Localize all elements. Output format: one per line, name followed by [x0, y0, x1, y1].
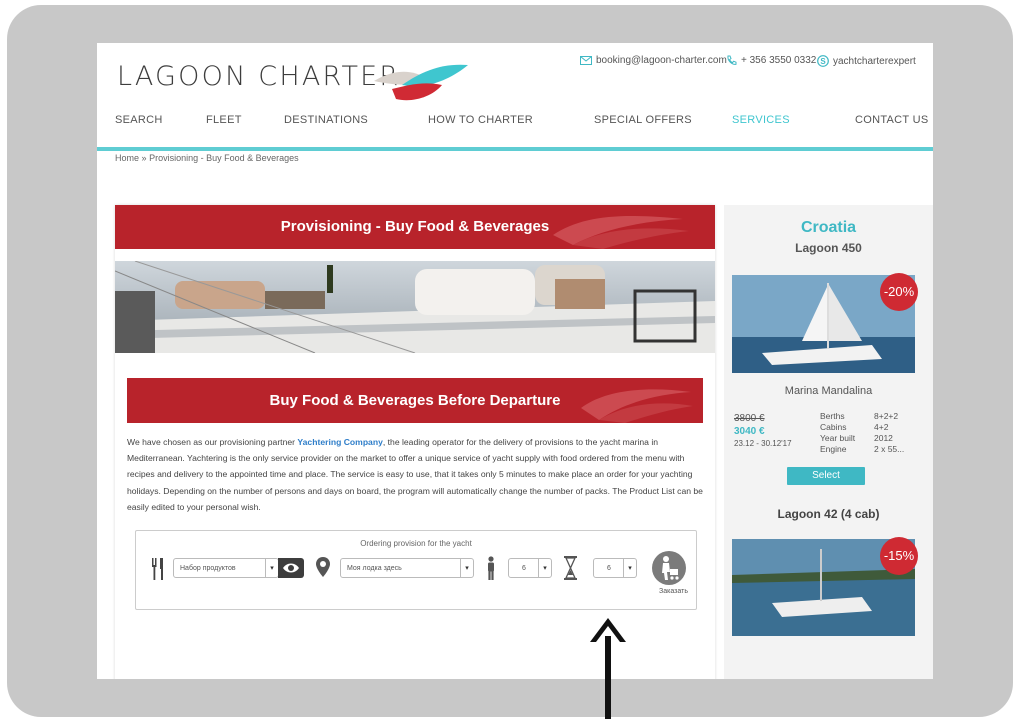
section-title: Buy Food & Beverages Before Departure: [269, 392, 561, 409]
discount-badge-1: -20%: [880, 273, 918, 311]
arrow-up-icon: [590, 618, 626, 719]
nav-fleet[interactable]: FLEET: [206, 114, 242, 126]
order-widget: Ordering provision for the yacht Набор п…: [135, 530, 697, 610]
nav-search[interactable]: SEARCH: [115, 114, 163, 126]
skype-text: yachtcharterexpert: [833, 55, 916, 67]
spec-label-cabins: Cabins: [820, 422, 847, 432]
wave-decoration-icon: [581, 389, 693, 423]
location-pin-icon: [316, 557, 330, 577]
days-value: 6: [607, 565, 611, 572]
breadcrumb-separator: »: [141, 153, 147, 163]
view-products-button[interactable]: [278, 558, 304, 578]
logo-wave-icon: [374, 64, 468, 101]
order-label[interactable]: Заказать: [659, 588, 688, 595]
page-title-banner: Provisioning - Buy Food & Beverages: [115, 205, 715, 249]
svg-text:S: S: [820, 57, 826, 66]
site-logo-text[interactable]: LAGOON CHARTER: [117, 61, 400, 92]
persons-value: 6: [522, 565, 526, 572]
nav-services[interactable]: SERVICES: [732, 114, 790, 126]
spec-values: 8+2+2 4+2 2012 2 x 55...: [874, 411, 904, 455]
breadcrumb: Home » Provisioning - Buy Food & Beverag…: [115, 153, 299, 163]
skype-icon: S: [817, 55, 829, 67]
nav-destinations[interactable]: DESTINATIONS: [284, 114, 368, 126]
product-set-select[interactable]: Набор продуктов ▾: [173, 558, 279, 578]
phone-text: + 356 3550 0332: [741, 55, 817, 66]
spec-label-engine: Engine: [820, 444, 847, 454]
spec-labels: Berths Cabins Year built Engine: [820, 411, 855, 455]
chevron-down-icon: ▾: [623, 559, 636, 577]
breadcrumb-current: Provisioning - Buy Food & Beverages: [149, 153, 299, 163]
offer-marina: Marina Mandalina: [784, 385, 873, 397]
nav-divider: [97, 147, 933, 151]
nav-how-to-charter[interactable]: HOW TO CHARTER: [428, 114, 533, 126]
boat-select[interactable]: Моя лодка здесь ▾: [340, 558, 474, 578]
spec-value-berths: 8+2+2: [874, 411, 899, 421]
intro-paragraph: We have chosen as our provisioning partn…: [127, 434, 705, 515]
hero-photo: [115, 261, 715, 353]
cutlery-icon: [152, 558, 163, 580]
nav-contact-us[interactable]: CONTACT US: [855, 114, 929, 126]
envelope-icon: [580, 56, 592, 65]
nav-special-offers[interactable]: SPECIAL OFFERS: [594, 114, 692, 126]
discount-badge-2: -15%: [880, 537, 918, 575]
boat-value: Моя лодка здесь: [347, 565, 402, 572]
page-title: Provisioning - Buy Food & Beverages: [280, 218, 550, 235]
main-nav: SEARCH FLEET DESTINATIONS HOW TO CHARTER…: [97, 114, 933, 130]
offer-country[interactable]: Croatia: [724, 219, 933, 237]
eye-icon: [283, 563, 299, 573]
spec-value-year: 2012: [874, 433, 893, 443]
section-banner: Buy Food & Beverages Before Departure: [127, 378, 703, 423]
contact-skype[interactable]: S yachtcharterexpert: [817, 55, 916, 67]
product-set-value: Набор продуктов: [180, 565, 236, 572]
sidebar-special-offers: Croatia Lagoon 450 -20% Marina Mandalina…: [724, 205, 933, 679]
breadcrumb-home[interactable]: Home: [115, 153, 139, 163]
shopping-cart-icon: [662, 556, 679, 580]
order-button[interactable]: [652, 551, 686, 585]
hourglass-icon: [564, 556, 577, 580]
para-text-end: , the leading operator for the delivery …: [127, 437, 703, 512]
select-offer-button[interactable]: Select: [787, 467, 865, 485]
person-icon: [488, 556, 494, 580]
offer-model-2[interactable]: Lagoon 42 (4 cab): [724, 507, 933, 521]
spec-label-year: Year built: [820, 433, 856, 443]
email-text: booking@lagoon-charter.com: [596, 55, 727, 66]
main-content: Provisioning - Buy Food & Beverages Buy …: [115, 205, 715, 679]
contact-phone[interactable]: + 356 3550 0332: [726, 55, 816, 66]
web-page: LAGOON CHARTER booking@lagoon-charter.co…: [97, 43, 933, 679]
phone-icon: [727, 55, 737, 65]
wave-decoration-icon: [553, 216, 689, 249]
order-widget-title: Ordering provision for the yacht: [360, 539, 472, 548]
yachtering-link[interactable]: Yachtering Company: [297, 437, 382, 447]
persons-select[interactable]: 6 ▾: [508, 558, 552, 578]
old-price: 3800 €: [734, 413, 765, 424]
chevron-down-icon: ▾: [460, 559, 473, 577]
chevron-down-icon: ▾: [265, 559, 278, 577]
spec-value-cabins: 4+2: [874, 422, 889, 432]
offer-dates: 23.12 - 30.12'17: [734, 439, 792, 448]
para-text-start: We have chosen as our provisioning partn…: [127, 437, 298, 447]
contact-email[interactable]: booking@lagoon-charter.com: [580, 55, 727, 66]
new-price: 3040 €: [734, 426, 765, 437]
offer-model-1[interactable]: Lagoon 450: [724, 241, 933, 255]
days-select[interactable]: 6 ▾: [593, 558, 637, 578]
spec-label-berths: Berths: [820, 411, 845, 421]
chevron-down-icon: ▾: [538, 559, 551, 577]
spec-value-engine: 2 x 55...: [874, 444, 905, 454]
